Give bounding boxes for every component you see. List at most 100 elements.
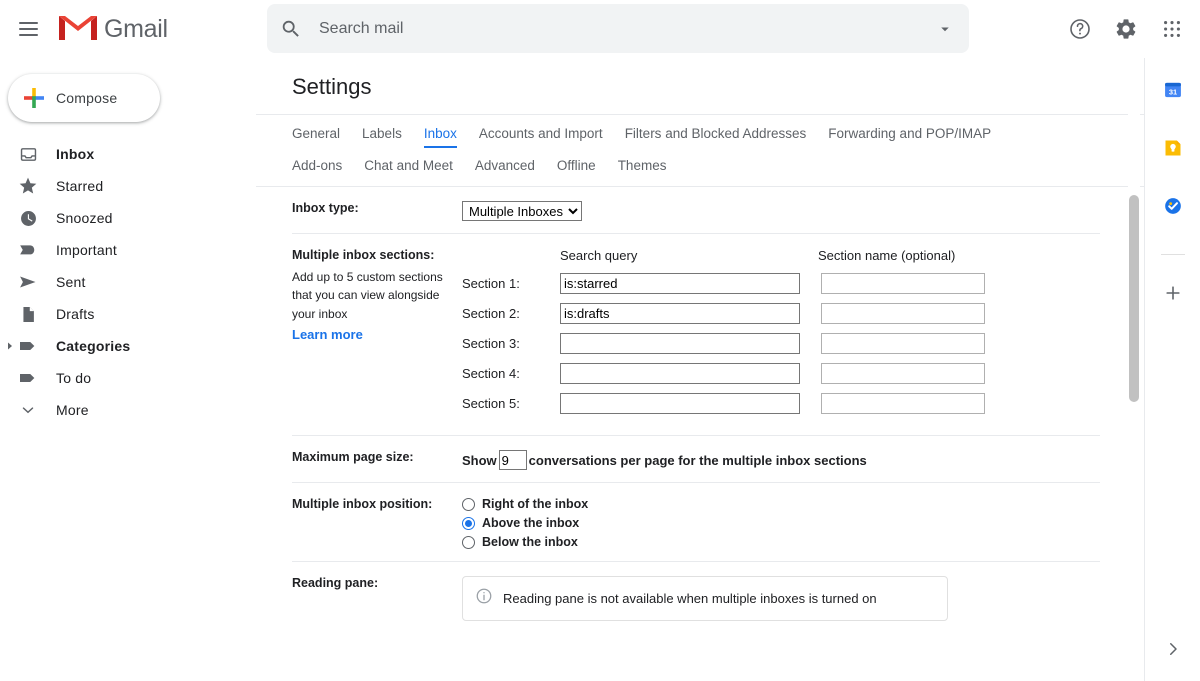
tab-labels[interactable]: Labels <box>362 126 402 146</box>
settings-form: Inbox type: DefaultImportant firstUnread… <box>256 187 1144 633</box>
maximum-page-size-label: Maximum page size: <box>292 450 414 464</box>
sidebar-item-label: Important <box>56 242 117 258</box>
draft-icon <box>14 305 42 324</box>
gmail-logo[interactable]: Gmail <box>58 12 168 47</box>
sidebar-item-label: Categories <box>56 338 131 354</box>
google-apps-grid-icon[interactable] <box>1152 9 1192 49</box>
radio-option-below-the-inbox[interactable]: Below the inbox <box>462 535 1100 549</box>
section-1-name-input[interactable] <box>821 273 985 294</box>
sidebar-item-label: More <box>56 402 89 418</box>
section-5-name-input[interactable] <box>821 393 985 414</box>
sidebar-item-to-do[interactable]: To do <box>0 362 246 394</box>
section-3-name-input[interactable] <box>821 333 985 354</box>
search-input[interactable] <box>315 19 921 38</box>
sidebar-item-label: Drafts <box>56 306 95 322</box>
info-circle-icon <box>475 587 493 610</box>
radio-option-above-the-inbox[interactable]: Above the inbox <box>462 516 1100 530</box>
setting-row-inbox-type: Inbox type: DefaultImportant firstUnread… <box>292 187 1100 234</box>
sidebar-item-categories[interactable]: Categories <box>0 330 246 362</box>
radio-button[interactable] <box>462 516 475 530</box>
tab-general[interactable]: General <box>292 126 340 146</box>
section-row: Section 3: <box>462 333 1100 354</box>
conversations-per-page-text: conversations per page for the multiple … <box>528 452 867 468</box>
gmail-envelope-icon <box>58 12 98 47</box>
search-query-header: Search query <box>560 248 638 263</box>
radio-label: Below the inbox <box>482 535 578 549</box>
tab-filters-and-blocked-addresses[interactable]: Filters and Blocked Addresses <box>625 126 807 146</box>
tab-themes[interactable]: Themes <box>618 158 667 178</box>
tab-add-ons[interactable]: Add-ons <box>292 158 342 178</box>
radio-option-right-of-the-inbox[interactable]: Right of the inbox <box>462 497 1100 511</box>
section-row: Section 2: <box>462 303 1100 324</box>
google-keep-icon[interactable] <box>1163 138 1183 158</box>
section-row: Section 1: <box>462 273 1100 294</box>
section-4-name-input[interactable] <box>821 363 985 384</box>
compose-button[interactable]: Compose <box>8 74 160 122</box>
important-icon <box>14 240 42 260</box>
page-size-input[interactable] <box>498 450 527 470</box>
gear-icon[interactable] <box>1106 9 1146 49</box>
content-scrollbar-thumb[interactable] <box>1129 195 1139 402</box>
tab-forwarding-and-pop-imap[interactable]: Forwarding and POP/IMAP <box>828 126 991 146</box>
section-3-query-input[interactable] <box>560 333 800 354</box>
chevron-down-icon[interactable] <box>921 5 969 53</box>
tab-inbox[interactable]: Inbox <box>423 126 457 148</box>
sidebar-item-important[interactable]: Important <box>0 234 246 266</box>
multiple-inbox-sections-label: Multiple inbox sections: <box>292 248 435 262</box>
google-calendar-icon[interactable]: 31 <box>1163 80 1183 100</box>
reading-pane-label: Reading pane: <box>292 576 379 590</box>
section-4-query-input[interactable] <box>560 363 800 384</box>
topbar-actions <box>1060 9 1192 49</box>
search-bar[interactable] <box>267 4 969 53</box>
clock-icon <box>14 209 42 228</box>
sidebar-item-snoozed[interactable]: Snoozed <box>0 202 246 234</box>
show-text: Show <box>462 452 497 468</box>
inbox-type-label: Inbox type: <box>292 201 359 215</box>
inbox-type-select[interactable]: DefaultImportant firstUnread firstStarre… <box>462 201 582 221</box>
send-icon <box>14 272 42 292</box>
section-name-header: Section name (optional) <box>818 248 956 263</box>
reading-pane-info-text: Reading pane is not available when multi… <box>503 591 877 606</box>
setting-row-maximum-page-size: Maximum page size: Show conversations pe… <box>292 436 1100 483</box>
chevron-right-icon[interactable] <box>1164 640 1182 663</box>
tab-advanced[interactable]: Advanced <box>475 158 535 178</box>
sidebar-item-inbox[interactable]: Inbox <box>0 138 246 170</box>
help-question-icon[interactable] <box>1060 9 1100 49</box>
section-2-name-input[interactable] <box>821 303 985 324</box>
inbox-icon <box>14 145 42 164</box>
section-3-label: Section 3: <box>462 336 520 351</box>
label-icon <box>14 368 42 388</box>
expand-triangle-icon[interactable] <box>4 342 16 350</box>
tab-chat-and-meet[interactable]: Chat and Meet <box>364 158 453 178</box>
sidebar-item-more[interactable]: More <box>0 394 246 426</box>
sidebar-item-sent[interactable]: Sent <box>0 266 246 298</box>
tab-offline[interactable]: Offline <box>557 158 596 178</box>
radio-button[interactable] <box>462 535 475 549</box>
section-5-query-input[interactable] <box>560 393 800 414</box>
hamburger-menu-icon[interactable] <box>8 9 48 49</box>
search-icon[interactable] <box>267 5 315 53</box>
section-row: Section 4: <box>462 363 1100 384</box>
radio-label: Right of the inbox <box>482 497 589 511</box>
side-panel-divider <box>1160 254 1185 255</box>
section-1-query-input[interactable] <box>560 273 800 294</box>
sidebar-item-starred[interactable]: Starred <box>0 170 246 202</box>
radio-button[interactable] <box>462 497 475 511</box>
google-tasks-icon[interactable] <box>1163 196 1183 216</box>
section-4-label: Section 4: <box>462 366 520 381</box>
section-2-query-input[interactable] <box>560 303 800 324</box>
learn-more-link[interactable]: Learn more <box>292 327 363 343</box>
svg-text:31: 31 <box>1168 88 1176 97</box>
compose-plus-icon <box>22 86 46 110</box>
sidebar-nav-list: Inbox Starred Snoozed Important Sent Dra… <box>0 138 256 426</box>
plus-icon[interactable] <box>1163 283 1183 303</box>
compose-label: Compose <box>56 90 118 106</box>
tab-accounts-and-import[interactable]: Accounts and Import <box>479 126 603 146</box>
setting-row-multiple-inbox-position: Multiple inbox position: Right of the in… <box>292 483 1100 562</box>
settings-tabs-row-1: General Labels Inbox Accounts and Import… <box>292 126 1144 148</box>
settings-tab-bar: General Labels Inbox Accounts and Import… <box>256 114 1144 187</box>
sidebar-item-drafts[interactable]: Drafts <box>0 298 246 330</box>
sidebar-item-label: Sent <box>56 274 86 290</box>
settings-content: Settings General Labels Inbox Accounts a… <box>256 58 1144 681</box>
gmail-settings-page: Gmail Search mail Compose Inbox Starred … <box>0 0 1200 681</box>
